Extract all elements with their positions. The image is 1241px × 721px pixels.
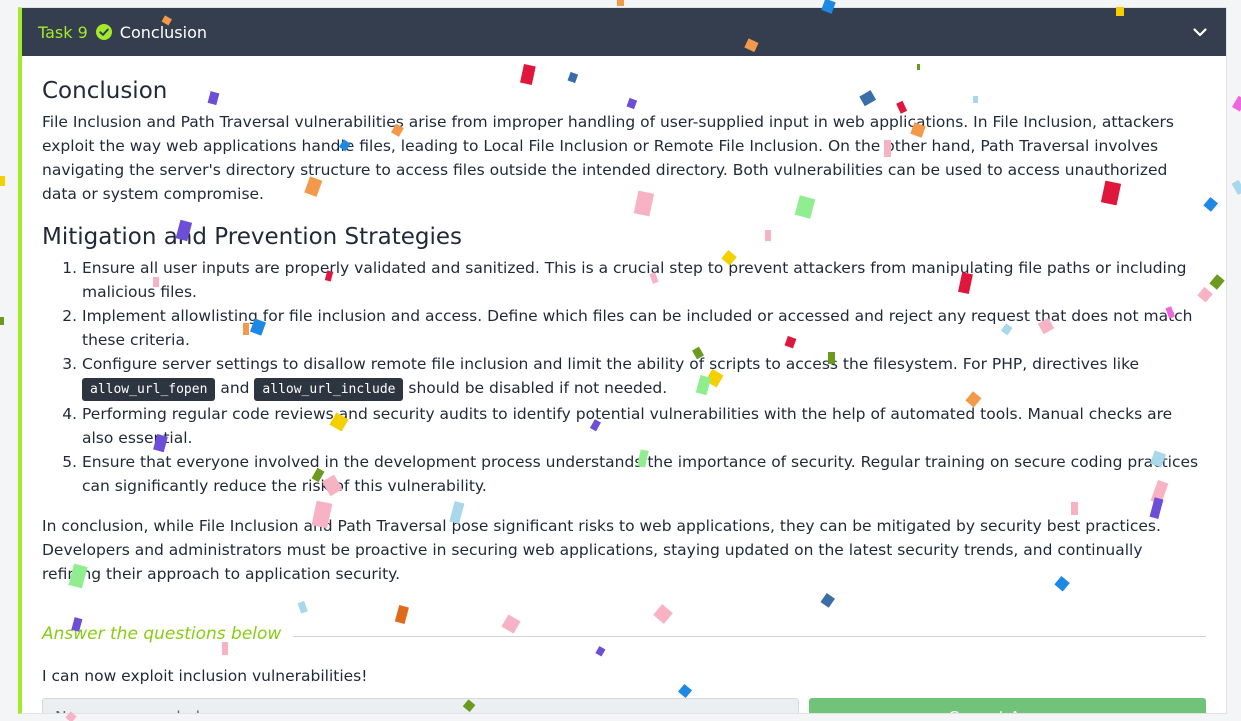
task-card: Task 9 Conclusion Conclusion File Inclus… <box>18 7 1227 714</box>
answer-row: Correct Answer <box>42 698 1206 713</box>
conclusion-paragraph: File Inclusion and Path Traversal vulner… <box>42 113 1174 203</box>
answer-input[interactable] <box>42 698 799 713</box>
mitigation-item: Performing regular code reviews and secu… <box>82 402 1206 450</box>
mitigation-item: Implement allowlisting for file inclusio… <box>82 304 1206 352</box>
chevron-down-icon[interactable] <box>1192 24 1208 40</box>
mitigation-heading: Mitigation and Prevention Strategies <box>42 224 463 250</box>
questions-heading: Answer the questions below <box>42 624 282 644</box>
mitigation-item: Ensure that everyone involved in the dev… <box>82 450 1206 498</box>
question-text: I can now exploit inclusion vulnerabilit… <box>42 667 368 685</box>
summary-paragraph: In conclusion, while File Inclusion and … <box>42 517 1161 583</box>
mitigation-item: Configure server settings to disallow re… <box>82 352 1206 402</box>
mitigation-list: Ensure all user inputs are properly vali… <box>42 256 1206 498</box>
item-text: Configure server settings to disallow re… <box>82 355 1140 373</box>
mitigation-item: Ensure all user inputs are properly vali… <box>82 256 1206 304</box>
conclusion-heading: Conclusion <box>42 78 168 104</box>
questions-section-title: Answer the questions below <box>42 622 1206 646</box>
task-title: Conclusion <box>119 22 207 42</box>
check-circle-icon <box>95 24 112 40</box>
divider <box>293 635 1206 637</box>
item-text: and <box>215 379 255 397</box>
code-allow-url-fopen: allow_url_fopen <box>82 378 216 401</box>
correct-answer-button[interactable]: Correct Answer <box>809 698 1206 713</box>
task-content: Conclusion File Inclusion and Path Trave… <box>22 56 1226 713</box>
code-allow-url-include: allow_url_include <box>254 378 404 401</box>
task-number: Task 9 <box>38 22 88 42</box>
item-text: should be disabled if not needed. <box>403 379 668 397</box>
task-header[interactable]: Task 9 Conclusion <box>22 8 1226 56</box>
